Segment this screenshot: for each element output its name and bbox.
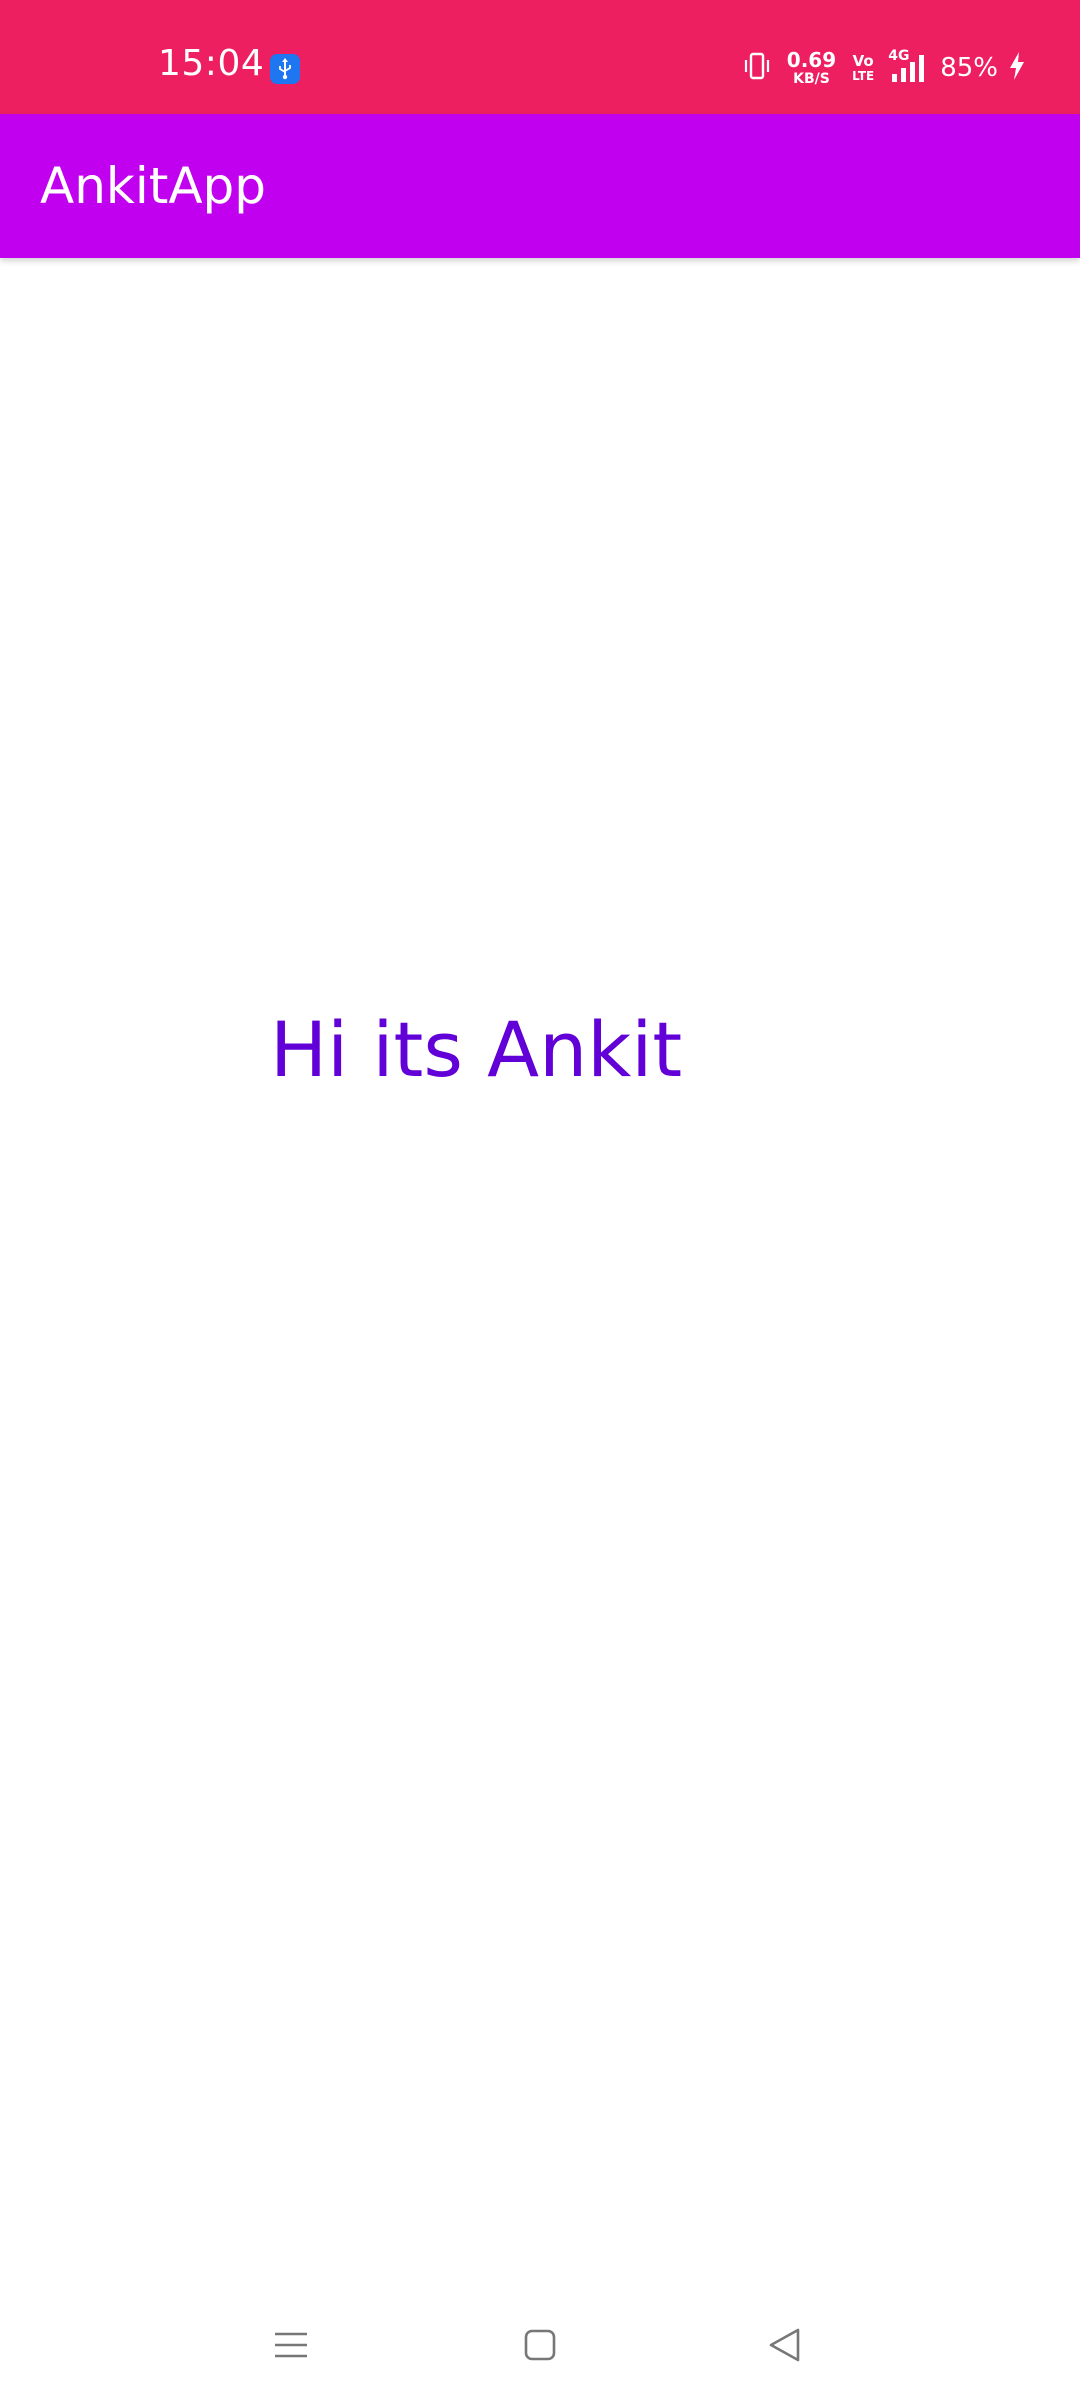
phone-screen: 15:04 0.69 KB/S Vo LTE 4G 85% AnkitApp H… <box>0 0 1080 2400</box>
vibrate-icon <box>743 51 771 86</box>
app-title: AnkitApp <box>40 157 267 215</box>
signal-icon: 4G <box>888 48 928 84</box>
network-speed: 0.69 KB/S <box>787 50 836 86</box>
volte-bottom: LTE <box>852 69 875 83</box>
status-right-icons: 0.69 KB/S Vo LTE 4G 85% <box>743 48 1026 88</box>
volte-top: Vo <box>852 52 874 70</box>
network-speed-value: 0.69 <box>786 48 837 72</box>
greeting-text: Hi its Ankit <box>270 1005 683 1094</box>
menu-icon[interactable] <box>256 2310 326 2380</box>
app-bar: AnkitApp <box>0 114 1080 258</box>
network-speed-unit: KB/S <box>793 71 830 87</box>
volte-indicator: Vo LTE <box>852 52 875 83</box>
status-time: 15:04 <box>158 43 265 84</box>
status-bar: 15:04 0.69 KB/S Vo LTE 4G 85% <box>0 0 1080 114</box>
back-icon[interactable] <box>750 2310 820 2380</box>
home-icon[interactable] <box>505 2310 575 2380</box>
usb-icon <box>270 54 300 84</box>
navigation-bar <box>0 2290 1080 2400</box>
charging-icon <box>1008 51 1026 86</box>
battery-level: 85% <box>940 53 998 83</box>
